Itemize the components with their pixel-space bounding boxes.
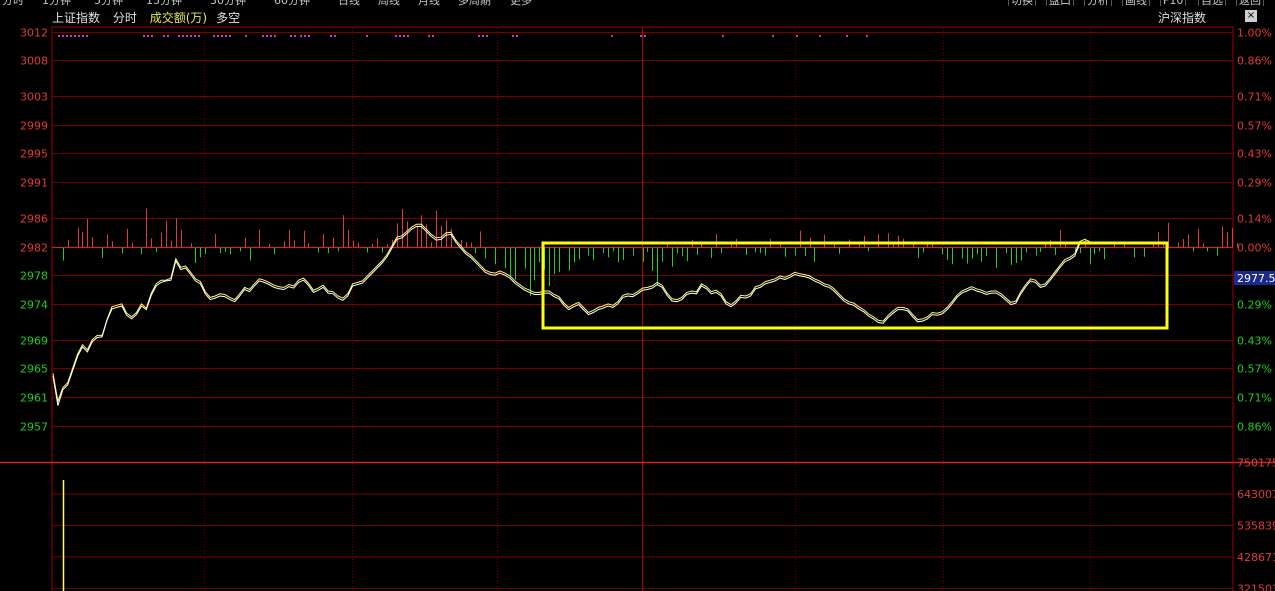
signal-dot: [846, 35, 848, 37]
signal-dot: [478, 35, 480, 37]
y-tick-right: 0.71%: [1237, 392, 1272, 405]
y-tick-left: 2991: [20, 177, 48, 190]
signal-dot: [186, 35, 188, 37]
y-tick-left: 3008: [20, 55, 48, 68]
signal-dot: [82, 35, 84, 37]
signal-dot: [74, 35, 76, 37]
signal-dot: [611, 35, 613, 37]
signal-dot: [516, 35, 518, 37]
signal-dot: [221, 35, 223, 37]
y-tick-right: 0.57%: [1237, 120, 1272, 133]
signal-dot: [640, 35, 642, 37]
volume-tick: 750175: [1237, 457, 1275, 470]
signal-dot: [796, 35, 798, 37]
y-tick-left: 3012: [20, 27, 48, 40]
signal-dot: [399, 35, 401, 37]
signal-dot: [772, 35, 774, 37]
price-line: [52, 226, 1090, 406]
signal-dot: [163, 35, 165, 37]
signal-dot: [194, 35, 196, 37]
signal-dot: [182, 35, 184, 37]
signal-dot: [217, 35, 219, 37]
y-tick-left: 2982: [20, 242, 48, 255]
signal-dot: [262, 35, 264, 37]
signal-dot: [266, 35, 268, 37]
signal-dot: [151, 35, 153, 37]
y-tick-right: 0.86%: [1237, 55, 1272, 68]
current-price-tag: 2977.54: [1237, 272, 1275, 285]
signal-dot: [432, 35, 434, 37]
signal-dot: [644, 35, 646, 37]
y-tick-left: 2999: [20, 120, 48, 133]
signal-dot: [512, 35, 514, 37]
volume-tick: 321503: [1237, 582, 1275, 591]
signal-dot: [482, 35, 484, 37]
y-tick-right: 1.00%: [1237, 27, 1272, 40]
signal-dot: [225, 35, 227, 37]
signal-dot: [366, 35, 368, 37]
signal-dot: [294, 35, 296, 37]
signal-dot: [330, 35, 332, 37]
signal-dot: [66, 35, 68, 37]
y-tick-right: 0.57%: [1237, 363, 1272, 376]
highlight-box: [541, 241, 1169, 330]
signal-dot: [274, 35, 276, 37]
signal-dot: [300, 35, 302, 37]
y-tick-left: 2986: [20, 213, 48, 226]
signal-dot: [143, 35, 145, 37]
y-tick-right: 0.14%: [1237, 213, 1272, 226]
y-tick-left: 3003: [20, 91, 48, 104]
signal-dot: [70, 35, 72, 37]
signal-dot: [722, 35, 724, 37]
signal-dot: [866, 35, 868, 37]
signal-dot: [78, 35, 80, 37]
signal-dot: [147, 35, 149, 37]
signal-dot: [229, 35, 231, 37]
y-tick-right: 0.43%: [1237, 335, 1272, 348]
y-tick-left: 2995: [20, 148, 48, 161]
signal-dot: [334, 35, 336, 37]
signal-dot: [178, 35, 180, 37]
y-tick-right: 0.29%: [1237, 299, 1272, 312]
y-tick-right: 0.71%: [1237, 91, 1272, 104]
volume-tick: 643007: [1237, 488, 1275, 501]
signal-dot: [86, 35, 88, 37]
avg-price-line: [52, 223, 1090, 404]
signal-dot: [407, 35, 409, 37]
y-tick-left: 2965: [20, 363, 48, 376]
y-tick-left: 2957: [20, 421, 48, 434]
signal-dot: [486, 35, 488, 37]
signal-dot: [395, 35, 397, 37]
signal-dot: [198, 35, 200, 37]
signal-dot: [270, 35, 272, 37]
intraday-chart: 3012 1.00% 3008 0.86% 3003 0.71% 2999 0.57% 2995…: [0, 26, 1275, 591]
y-tick-right: 0.43%: [1237, 148, 1272, 161]
y-tick-left: 2978: [20, 270, 48, 283]
signal-dot: [290, 35, 292, 37]
y-tick-right: 0.00%: [1237, 242, 1272, 255]
signal-dot: [308, 35, 310, 37]
signal-dot: [213, 35, 215, 37]
signal-dot: [304, 35, 306, 37]
y-tick-right: 0.86%: [1237, 421, 1272, 434]
y-tick-left: 2974: [20, 299, 48, 312]
signal-dot: [403, 35, 405, 37]
signal-dot: [167, 35, 169, 37]
volume-tick: 428671: [1237, 551, 1275, 564]
signal-dot: [245, 35, 247, 37]
signal-dot: [190, 35, 192, 37]
y-tick-left: 2961: [20, 392, 48, 405]
volume-tick: 535839: [1237, 519, 1275, 532]
signal-dot: [428, 35, 430, 37]
signal-dot: [62, 35, 64, 37]
y-tick-left: 2969: [20, 335, 48, 348]
y-tick-right: 0.29%: [1237, 177, 1272, 190]
signal-dot: [58, 35, 60, 37]
signal-dot: [819, 35, 821, 37]
